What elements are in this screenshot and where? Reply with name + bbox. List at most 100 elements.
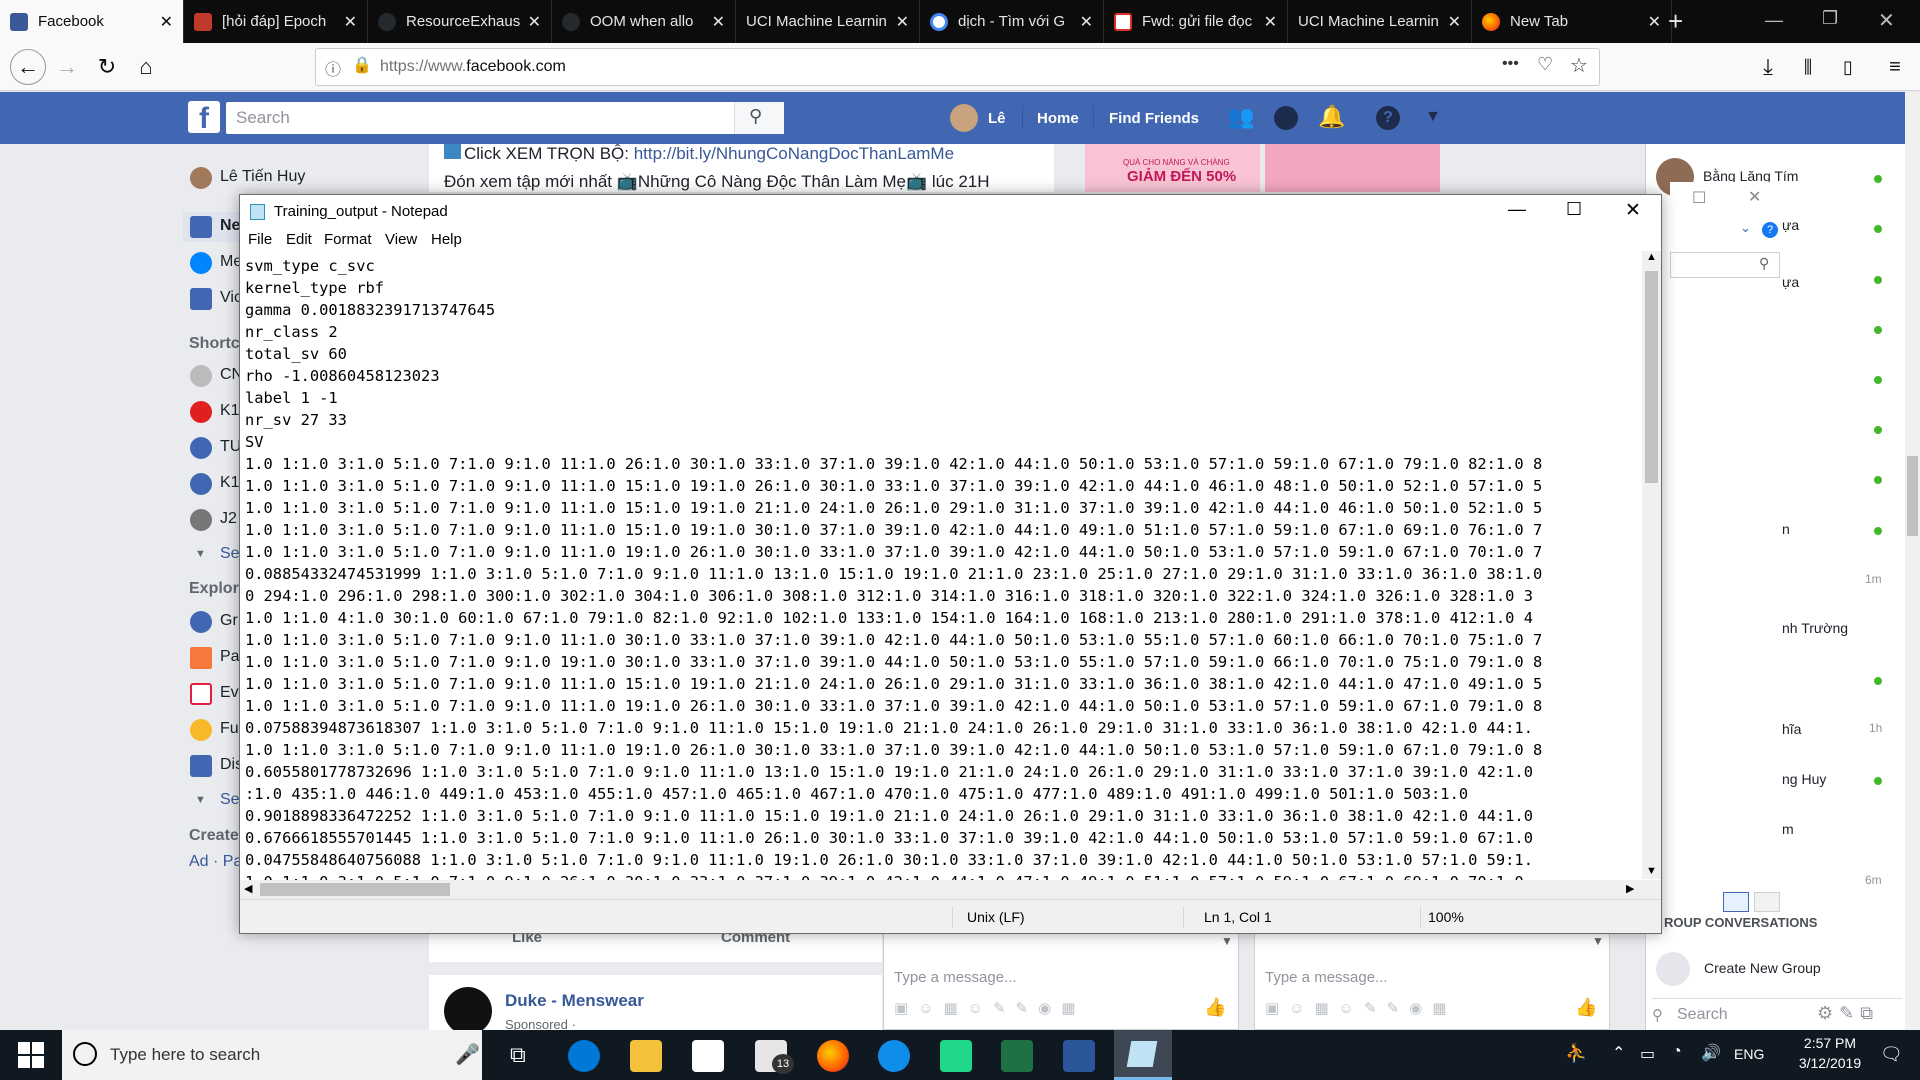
see-more-link[interactable]: Se: [220, 545, 240, 563]
messenger-icon[interactable]: [1274, 106, 1298, 130]
notifications-bell-icon[interactable]: 🔔: [1318, 104, 1345, 130]
new-tab-plus-icon[interactable]: +: [1668, 6, 1683, 37]
thumbs-up-icon[interactable]: 👍: [1204, 997, 1226, 1018]
tab-facebook[interactable]: Facebook ✕: [0, 0, 184, 43]
groups-link[interactable]: Gr: [220, 612, 238, 630]
forward-arrow-icon[interactable]: →: [52, 52, 82, 82]
windows-start-icon[interactable]: [18, 1042, 44, 1068]
tab-uci-1[interactable]: UCI Machine Learnin ✕: [736, 0, 920, 43]
taskbar-search-box[interactable]: Type here to search 🎤: [62, 1030, 482, 1080]
teamviewer-icon[interactable]: [878, 1040, 910, 1072]
page-scrollbar[interactable]: [1905, 92, 1920, 1030]
chat-search-input[interactable]: Search: [1677, 1006, 1728, 1024]
scroll-down-arrow-icon[interactable]: ▼: [1646, 865, 1657, 877]
user-avatar[interactable]: [950, 104, 978, 132]
horizontal-scrollbar[interactable]: ◀ ▶: [240, 880, 1642, 899]
close-tab-icon[interactable]: ✕: [712, 12, 725, 32]
news-feed-link[interactable]: Ne: [220, 217, 240, 235]
shortcut-item[interactable]: J2: [220, 510, 237, 528]
pycharm-icon[interactable]: [940, 1040, 972, 1072]
fundraisers-link[interactable]: Fu: [220, 720, 239, 738]
task-view-icon[interactable]: ⧉: [510, 1042, 526, 1068]
grid-view-icon[interactable]: [1754, 892, 1780, 912]
close-icon[interactable]: ✕: [1748, 187, 1761, 207]
url-bar[interactable]: ⓘ 🔒 https://www.facebook.com ••• ♡ ☆: [315, 48, 1600, 86]
chat-search-field[interactable]: ⚲: [1670, 252, 1780, 278]
maximize-icon[interactable]: ☐: [1692, 188, 1706, 208]
page-actions-icon[interactable]: •••: [1502, 55, 1519, 73]
show-hidden-icons-chevron-icon[interactable]: ⌃: [1612, 1043, 1625, 1063]
create-new-group-button[interactable]: Create New Group: [1704, 960, 1821, 976]
facebook-search-input[interactable]: Search ⚲: [226, 102, 784, 134]
pocket-icon[interactable]: ♡: [1537, 54, 1553, 75]
clock[interactable]: 2:57 PM 3/12/2019: [1790, 1035, 1870, 1071]
message-input[interactable]: Type a message...: [1265, 969, 1388, 986]
maximize-icon[interactable]: ☐: [1566, 199, 1582, 220]
chevron-down-icon[interactable]: ▼: [1592, 934, 1604, 948]
close-window-icon[interactable]: ✕: [1878, 8, 1895, 33]
hamburger-menu-icon[interactable]: ≡: [1880, 52, 1910, 82]
contact-name[interactable]: ng Huy: [1782, 771, 1826, 787]
scroll-left-arrow-icon[interactable]: ◀: [244, 882, 252, 895]
home-link[interactable]: Home: [1037, 110, 1079, 127]
chevron-down-icon[interactable]: ▼: [1221, 934, 1233, 948]
page-scrollbar-thumb[interactable]: [1907, 456, 1918, 536]
horizontal-scrollbar-thumb[interactable]: [260, 883, 450, 896]
duke-logo[interactable]: [444, 987, 492, 1035]
chevron-down-icon[interactable]: ⌄: [1740, 220, 1751, 236]
sidebar-toggle-icon[interactable]: ▯: [1833, 52, 1863, 82]
close-tab-icon[interactable]: ✕: [1080, 12, 1093, 32]
menu-edit[interactable]: Edit: [286, 231, 312, 248]
menu-help[interactable]: Help: [431, 231, 462, 248]
info-icon[interactable]: ⓘ: [325, 56, 341, 80]
chat-search-bar[interactable]: ⚲ Search ⚙✎⧉: [1652, 998, 1902, 1030]
minimize-window-icon[interactable]: —: [1765, 10, 1783, 31]
tab-epoch[interactable]: [hỏi đáp] Epoch ✕: [184, 0, 368, 43]
message-input[interactable]: Type a message...: [894, 969, 1017, 986]
bookmark-star-icon[interactable]: ☆: [1570, 53, 1588, 78]
notepad-taskbar-button[interactable]: [1114, 1030, 1172, 1080]
advertiser-name[interactable]: Duke - Menswear: [505, 991, 644, 1011]
friend-requests-icon[interactable]: 👥: [1227, 104, 1254, 130]
find-friends-link[interactable]: Find Friends: [1109, 110, 1199, 127]
events-link[interactable]: Ev: [220, 684, 239, 702]
ad-banner-2[interactable]: [1265, 144, 1440, 192]
tab-oom[interactable]: OOM when allo ✕: [552, 0, 736, 43]
close-tab-icon[interactable]: ✕: [528, 12, 541, 32]
tab-google-search[interactable]: dịch - Tìm với G ✕: [920, 0, 1104, 43]
close-tab-icon[interactable]: ✕: [160, 12, 173, 32]
pages-link[interactable]: Pa: [220, 648, 240, 666]
notepad-title-bar[interactable]: Training_output - Notepad — ☐ ✕: [240, 195, 1661, 229]
post-link[interactable]: http://bit.ly/NhungCoNangDocThanLamMe: [634, 144, 954, 163]
contact-name[interactable]: ựa: [1782, 274, 1799, 290]
firefox-icon[interactable]: [817, 1040, 849, 1072]
people-icon[interactable]: ⛹: [1565, 1043, 1587, 1064]
downloads-icon[interactable]: ⤓: [1753, 52, 1783, 82]
contact-name[interactable]: ựa: [1782, 217, 1799, 233]
chat-toolbar-icons[interactable]: ▣☺▦☺✎✎◉▦: [894, 999, 1085, 1017]
profile-link[interactable]: Lê: [988, 110, 1006, 127]
close-tab-icon[interactable]: ✕: [896, 12, 909, 32]
word-icon[interactable]: [1063, 1040, 1095, 1072]
ad-banner-1[interactable]: QUÀ CHO NÀNG VÀ CHÀNG GIẢM ĐẾN 50%: [1085, 144, 1260, 192]
tab-uci-2[interactable]: UCI Machine Learnin ✕: [1288, 0, 1472, 43]
menu-format[interactable]: Format: [324, 231, 372, 248]
reload-icon[interactable]: ↻: [92, 52, 122, 82]
contact-name[interactable]: n: [1782, 521, 1790, 537]
create-links[interactable]: Ad · Pa: [189, 853, 242, 871]
action-center-icon[interactable]: 🗨: [1880, 1044, 1903, 1065]
restore-window-icon[interactable]: ❐: [1822, 8, 1838, 29]
menu-view[interactable]: View: [385, 231, 417, 248]
scroll-up-arrow-icon[interactable]: ▲: [1646, 251, 1657, 263]
language-indicator[interactable]: ENG: [1734, 1046, 1764, 1062]
profile-avatar[interactable]: [190, 167, 212, 189]
see-more-link[interactable]: Se: [220, 791, 240, 809]
volume-icon[interactable]: 🔊: [1701, 1043, 1721, 1063]
contact-name[interactable]: nh Trường: [1782, 620, 1848, 636]
file-explorer-icon[interactable]: [630, 1040, 662, 1072]
edge-browser-icon[interactable]: [568, 1040, 600, 1072]
close-tab-icon[interactable]: ✕: [1648, 12, 1661, 32]
profile-name-link[interactable]: Lê Tiến Huy: [220, 168, 305, 186]
facebook-logo-icon[interactable]: f: [188, 101, 220, 135]
minimize-icon[interactable]: —: [1508, 199, 1526, 220]
